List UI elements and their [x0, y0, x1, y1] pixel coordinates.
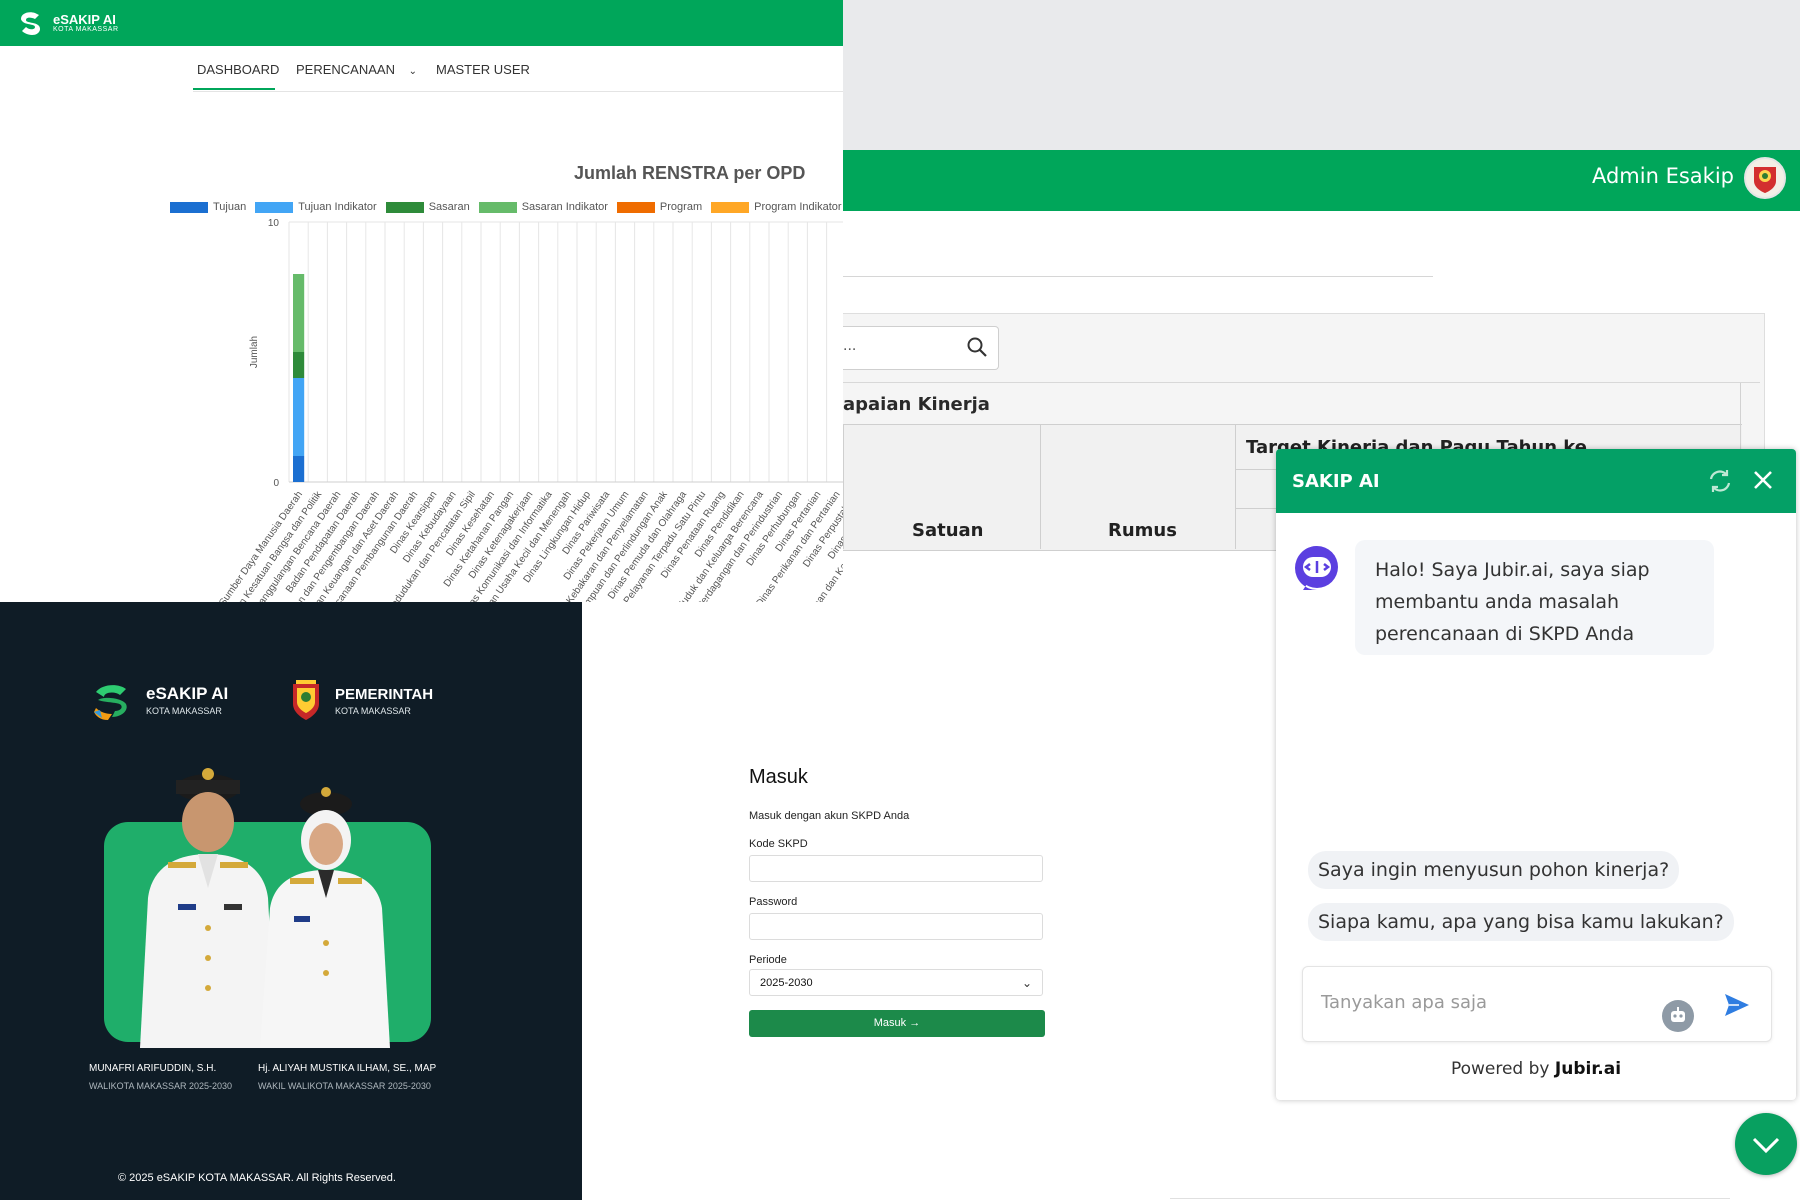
periode-label: Periode — [749, 954, 787, 966]
esakip-logo-icon — [92, 682, 134, 727]
column-header-rumus: Rumus — [1108, 520, 1177, 541]
suggestion-chip[interactable]: Siapa kamu, apa yang bisa kamu lakukan? — [1308, 903, 1734, 941]
powered-by-prefix: Powered by — [1450, 1059, 1550, 1079]
bot-message-bubble: Halo! Saya Jubir.ai, saya siap membantu … — [1355, 540, 1714, 655]
official-2-name: Hj. ALIYAH MUSTIKA ILHAM, SE., MAP — [258, 1063, 437, 1074]
search-icon[interactable] — [966, 336, 988, 363]
brand-name: eSAKIP AI — [146, 684, 229, 703]
chat-widget: SAKIP AI Halo! Saya Jubir.ai, saya siap … — [1276, 449, 1796, 1100]
bar-segment — [293, 352, 305, 378]
bar-segment — [293, 456, 305, 482]
chevron-down-icon: ⌄ — [1022, 976, 1033, 990]
send-icon[interactable] — [1723, 992, 1751, 1023]
chat-title: SAKIP AI — [1292, 471, 1380, 492]
robot-icon[interactable] — [1662, 1000, 1694, 1032]
user-name[interactable]: Admin Esakip — [1592, 164, 1734, 188]
government-name: PEMERINTAH — [335, 686, 434, 703]
official-1-name: MUNAFRI ARIFUDDIN, S.H. — [89, 1063, 217, 1074]
password-label: Password — [749, 896, 798, 908]
login-submit-button[interactable]: Masuk → — [749, 1010, 1045, 1037]
bot-message-line: perencanaan di SKPD Anda — [1375, 623, 1635, 645]
government-subtitle: KOTA MAKASSAR — [335, 706, 411, 716]
officials-photo — [140, 768, 390, 1048]
renstra-chart: 010JumlahBadan Sumber Daya Manusia Daera… — [199, 218, 843, 602]
divider — [843, 276, 1433, 277]
password-input[interactable] — [749, 913, 1043, 940]
refresh-icon[interactable] — [1706, 467, 1734, 500]
table-title: apaian Kinerja — [843, 394, 990, 415]
chevron-down-icon — [1752, 1137, 1780, 1154]
bot-avatar-icon — [1290, 542, 1344, 601]
bar-segment — [293, 378, 305, 456]
y-axis-label: Jumlah — [249, 336, 260, 368]
copyright-text: © 2025 eSAKIP KOTA MAKASSAR. All Rights … — [118, 1172, 396, 1184]
official-2-role: WAKIL WALIKOTA MAKASSAR 2025-2030 — [258, 1081, 431, 1091]
column-separator — [843, 424, 844, 549]
kode-skpd-input[interactable] — [749, 855, 1043, 882]
chat-input-placeholder: Tanyakan apa saja — [1321, 992, 1488, 1013]
close-icon[interactable] — [1751, 468, 1775, 497]
background-window-gray-area — [843, 0, 1800, 150]
table-top-border — [843, 382, 1760, 383]
bot-message-line: Halo! Saya Jubir.ai, saya siap — [1375, 559, 1650, 581]
login-subtitle: Masuk dengan akun SKPD Anda — [749, 810, 910, 822]
login-title: Masuk — [749, 766, 808, 788]
column-separator — [1235, 424, 1236, 549]
search-input-text: ... — [843, 337, 857, 354]
column-separator — [1040, 424, 1041, 549]
city-emblem-icon — [290, 680, 322, 727]
powered-by-brand[interactable]: Jubir.ai — [1555, 1059, 1621, 1079]
suggestion-chip[interactable]: Saya ingin menyusun pohon kinerja? — [1308, 851, 1680, 889]
periode-selected-value: 2025-2030 — [760, 977, 813, 989]
y-tick-label: 0 — [273, 478, 279, 489]
bot-message-line: membantu anda masalah — [1375, 591, 1620, 613]
kode-skpd-label: Kode SKPD — [749, 838, 808, 850]
dashboard-window: eSAKIP AI KOTA MAKASSAR DASHBOARD PERENC… — [0, 0, 843, 602]
y-tick-label: 10 — [268, 218, 280, 229]
column-header-satuan: Satuan — [912, 520, 984, 541]
brand-subtitle: KOTA MAKASSAR — [146, 706, 222, 716]
government-emblem-icon — [1754, 167, 1776, 193]
official-1-role: WALIKOTA MAKASSAR 2025-2030 — [89, 1081, 233, 1091]
divider — [1170, 1198, 1730, 1199]
chat-toggle-button[interactable] — [1735, 1113, 1797, 1175]
powered-by: Powered by Jubir.ai — [1276, 1059, 1796, 1079]
user-avatar[interactable] — [1744, 157, 1786, 199]
bar-segment — [293, 274, 305, 352]
